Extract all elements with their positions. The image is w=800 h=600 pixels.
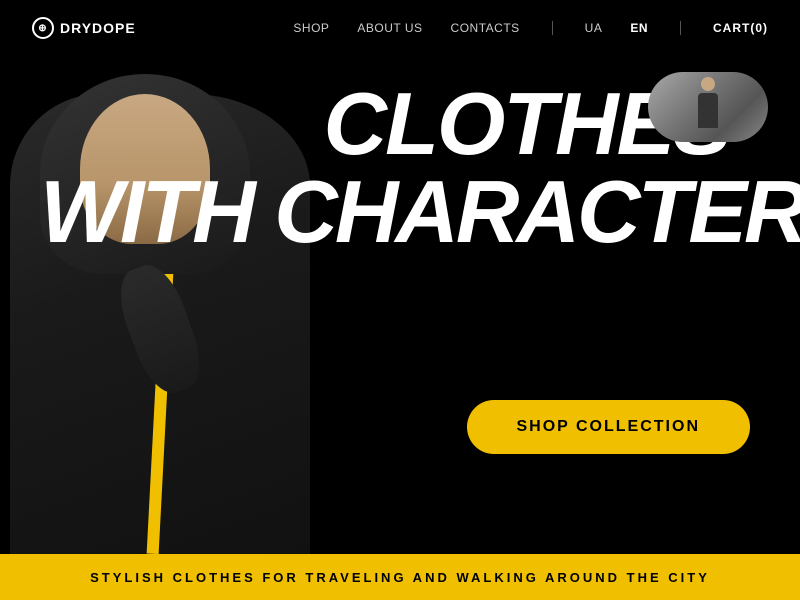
headline-line2: WITH CHARACTER bbox=[30, 168, 770, 256]
logo[interactable]: ⊕ DRYDOPE bbox=[32, 17, 136, 39]
nav-divider bbox=[552, 21, 553, 35]
bottom-banner-text: STYLISH CLOTHES FOR TRAVELING AND WALKIN… bbox=[90, 570, 710, 585]
shop-collection-button[interactable]: SHOP COLLECTION bbox=[467, 400, 751, 454]
nav-links: SHOP ABOUT US CONTACTS UA EN CART(0) bbox=[293, 21, 768, 35]
nav-divider-2 bbox=[680, 21, 681, 35]
cart-button[interactable]: CART(0) bbox=[713, 21, 768, 35]
cta-container: SHOP COLLECTION bbox=[467, 400, 751, 454]
nav-lang-ua[interactable]: UA bbox=[585, 21, 603, 35]
headline-text-with-character: WITH CHARACTER bbox=[40, 162, 800, 261]
logo-icon: ⊕ bbox=[32, 17, 54, 39]
nav-contacts[interactable]: CONTACTS bbox=[451, 21, 520, 35]
inset-photo bbox=[648, 72, 768, 142]
hero-section: CLOTHES WITH CHARACTER SHOP COLLECTION bbox=[0, 0, 800, 554]
inset-head bbox=[701, 77, 715, 91]
nav-lang-en[interactable]: EN bbox=[630, 21, 648, 35]
navbar: ⊕ DRYDOPE SHOP ABOUT US CONTACTS UA EN C… bbox=[0, 0, 800, 56]
inset-person bbox=[693, 77, 723, 137]
bottom-banner: STYLISH CLOTHES FOR TRAVELING AND WALKIN… bbox=[0, 554, 800, 600]
inset-body bbox=[698, 93, 718, 128]
brand-name: DRYDOPE bbox=[60, 20, 136, 36]
nav-about[interactable]: ABOUT US bbox=[357, 21, 422, 35]
nav-shop[interactable]: SHOP bbox=[293, 21, 329, 35]
inset-photo-inner bbox=[648, 72, 768, 142]
page-container: ⊕ DRYDOPE SHOP ABOUT US CONTACTS UA EN C… bbox=[0, 0, 800, 600]
